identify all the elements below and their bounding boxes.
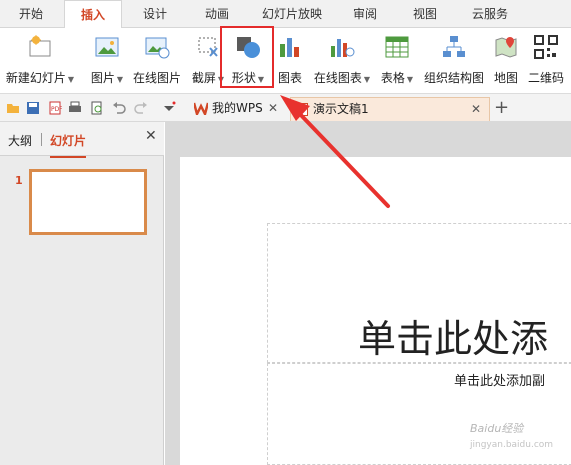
org-chart-button[interactable]: 组织结构图 <box>422 34 486 90</box>
save-icon[interactable] <box>26 101 40 115</box>
new-slide-icon <box>29 35 51 57</box>
org-chart-icon <box>443 36 465 57</box>
tab-view[interactable]: 视图 <box>398 0 452 28</box>
divider <box>41 133 42 146</box>
close-icon[interactable]: ✕ <box>268 97 278 119</box>
picture-button[interactable]: 图片 ▼ <box>86 34 128 90</box>
slide-number: 1 <box>15 174 23 187</box>
doc-tab-my-wps-label: 我的WPS <box>212 101 263 115</box>
customize-toolbar-icon[interactable] <box>162 101 176 115</box>
tab-outline[interactable]: 大纲 <box>8 132 32 149</box>
doc-tab-presentation-label: 演示文稿1 <box>313 102 369 116</box>
ribbon-tab-bar: 开始 插入 设计 动画 幻灯片放映 审阅 视图 云服务 <box>0 0 571 29</box>
screenshot-icon <box>198 37 218 57</box>
ribbon-toolbar: 新建幻灯片 ▼ 图片 ▼ 在线图片 截屏 ▼ 形状 ▼ 图表 在线图表 ▼ 表格 ▼ 组织结… <box>0 28 571 94</box>
open-folder-icon[interactable] <box>6 101 20 115</box>
quick-access-bar: PDF 我的WPS ✕ 演示文稿1 ✕ <box>0 94 571 122</box>
print-preview-icon[interactable] <box>90 101 104 115</box>
table-icon <box>385 36 409 58</box>
qrcode-icon <box>534 35 558 59</box>
tab-cloud[interactable]: 云服务 <box>460 0 520 28</box>
close-icon[interactable]: ✕ <box>471 98 481 120</box>
tab-insert[interactable]: 插入 <box>64 0 122 29</box>
close-panel-icon[interactable]: ✕ <box>145 128 157 144</box>
org-chart-label: 组织结构图 <box>423 71 484 85</box>
map-icon <box>495 37 517 58</box>
watermark-url: jingyan.baidu.com <box>470 440 554 450</box>
picture-label: 图片 <box>90 71 115 85</box>
tab-slideshow[interactable]: 幻灯片放映 <box>252 0 332 28</box>
wps-logo-icon <box>194 102 208 115</box>
new-slide-label: 新建幻灯片 <box>5 71 66 85</box>
online-picture-button[interactable]: 在线图片 <box>130 34 184 90</box>
qrcode-label: 二维码 <box>527 71 564 85</box>
export-pdf-icon[interactable]: PDF <box>48 101 62 115</box>
tab-review[interactable]: 审阅 <box>338 0 392 28</box>
svg-text:PDF: PDF <box>51 106 62 113</box>
slide-editor-area: 单击此处添 单击此处添加副 <box>165 122 571 465</box>
online-picture-icon <box>145 37 170 59</box>
title-placeholder[interactable]: 单击此处添 <box>267 223 571 363</box>
title-placeholder-text: 单击此处添 <box>358 317 549 361</box>
tab-animation[interactable]: 动画 <box>190 0 244 28</box>
new-tab-button[interactable]: + <box>494 98 509 118</box>
presentation-doc-icon <box>297 103 308 116</box>
chart-label: 图表 <box>277 71 302 85</box>
shapes-highlight-box <box>220 26 274 88</box>
tab-start[interactable]: 开始 <box>4 0 58 28</box>
picture-icon <box>95 37 119 57</box>
undo-icon[interactable] <box>112 101 126 115</box>
slides-panel: 大纲 幻灯片 ✕ 1 <box>0 122 164 465</box>
chart-button[interactable]: 图表 <box>274 34 306 90</box>
tab-slides[interactable]: 幻灯片 <box>50 132 87 158</box>
map-button[interactable]: 地图 <box>490 34 522 90</box>
new-slide-button[interactable]: 新建幻灯片 ▼ <box>4 34 76 90</box>
table-label: 表格 <box>380 71 405 85</box>
map-label: 地图 <box>493 71 518 85</box>
watermark-logo: Baidu经验 <box>470 422 524 435</box>
subtitle-placeholder-text: 单击此处添加副 <box>454 374 546 389</box>
tab-design[interactable]: 设计 <box>128 0 182 28</box>
chart-icon <box>280 38 299 57</box>
table-button[interactable]: 表格 ▼ <box>376 34 418 90</box>
online-chart-button[interactable]: 在线图表 ▼ <box>310 34 374 90</box>
doc-tab-my-wps[interactable]: 我的WPS ✕ <box>190 97 286 121</box>
online-chart-icon <box>331 39 355 57</box>
doc-tab-presentation[interactable]: 演示文稿1 ✕ <box>290 97 490 121</box>
screenshot-label: 截屏 <box>191 71 216 85</box>
slide-thumbnail[interactable] <box>29 169 147 235</box>
redo-icon[interactable] <box>134 101 148 115</box>
slide-canvas[interactable]: 单击此处添 单击此处添加副 <box>180 157 571 465</box>
qrcode-button[interactable]: 二维码 <box>526 34 566 90</box>
print-icon[interactable] <box>68 101 82 115</box>
online-picture-label: 在线图片 <box>132 71 181 85</box>
online-chart-label: 在线图表 <box>313 71 362 85</box>
slides-panel-header: 大纲 幻灯片 ✕ <box>0 122 164 158</box>
